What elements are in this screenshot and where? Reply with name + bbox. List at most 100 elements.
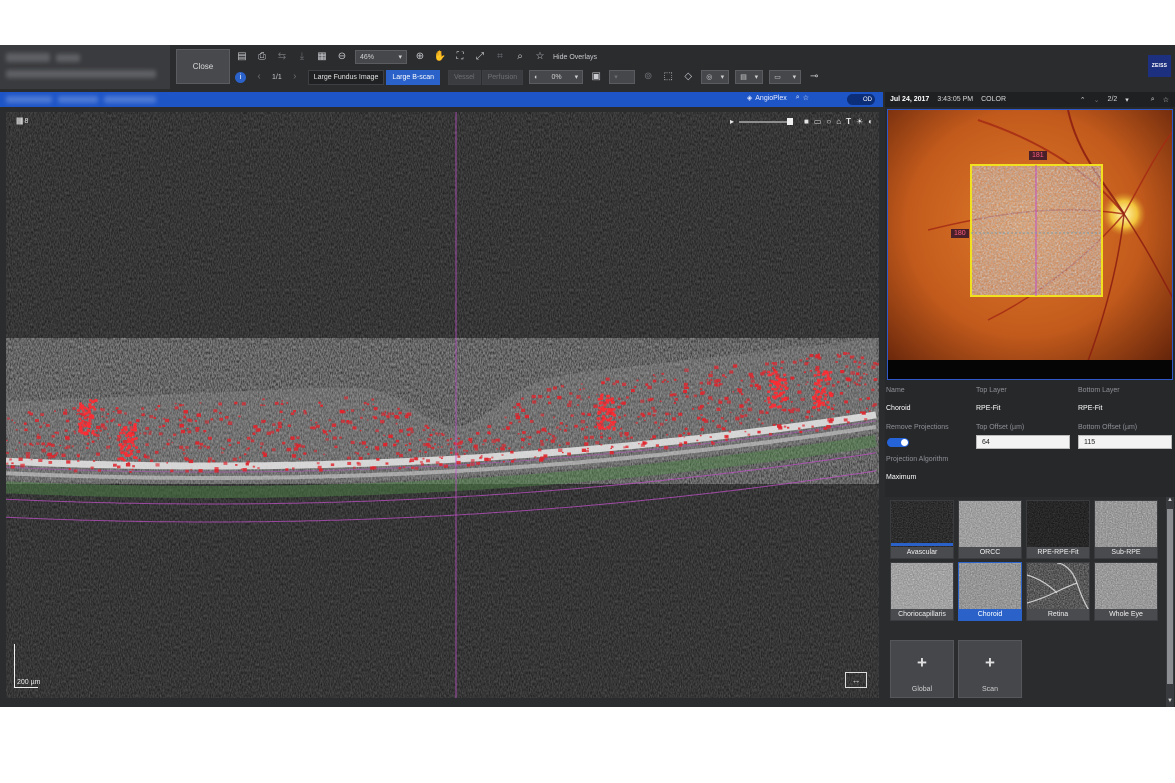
- fundus-image-view[interactable]: 181 180: [887, 109, 1173, 380]
- zoom-in-icon[interactable]: ⊕: [413, 50, 427, 64]
- scroll-down-icon[interactable]: ▼: [1166, 698, 1174, 707]
- chevron-down-icon[interactable]: ⌄: [1094, 96, 1100, 104]
- chevron-up-icon[interactable]: ⌃: [1080, 96, 1086, 104]
- layer-icon: ◎: [706, 74, 713, 81]
- eye-label: OD: [863, 96, 872, 103]
- play-icon[interactable]: ▸: [730, 117, 734, 126]
- compare-icon[interactable]: ⇆: [275, 50, 289, 64]
- projection-algorithm-value[interactable]: Maximum: [886, 474, 916, 481]
- circle-tool-icon[interactable]: ○: [826, 117, 831, 126]
- frame-counter: |||||||| 8: [16, 118, 28, 125]
- scroll-up-icon[interactable]: ▲: [1166, 497, 1174, 506]
- bscan-marker-left: 180: [951, 229, 969, 238]
- slab-thumb-sub-rpe[interactable]: Sub-RPE: [1094, 500, 1158, 559]
- add-scan-slab-button[interactable]: + Scan: [958, 640, 1022, 698]
- fundus-footer: [888, 360, 1172, 379]
- bscan-image: [6, 112, 879, 698]
- zoom-select[interactable]: 46% ▾: [355, 50, 407, 64]
- text-tool-icon[interactable]: T: [846, 117, 851, 126]
- close-button[interactable]: Close: [176, 49, 230, 84]
- export-icon[interactable]: ⤓: [295, 50, 309, 64]
- annotation-icon[interactable]: ⌕: [513, 50, 527, 64]
- crop-icon[interactable]: ⌗: [493, 50, 507, 64]
- contrast-icon[interactable]: ◐: [868, 117, 873, 126]
- patient-info: [0, 45, 170, 89]
- image-icon[interactable]: ▭: [814, 117, 822, 126]
- frame-slider[interactable]: [739, 117, 793, 125]
- hide-overlays-button[interactable]: Hide Overlays: [553, 54, 597, 61]
- slab-thumb-whole-eye[interactable]: Whole Eye: [1094, 562, 1158, 621]
- chevron-down-icon: ▾: [398, 54, 402, 61]
- top-layer-label: Top Layer: [976, 387, 1007, 394]
- info-icon[interactable]: i: [235, 71, 246, 83]
- display-select[interactable]: ▤ ▾: [735, 70, 764, 84]
- tab-large-fundus[interactable]: Large Fundus Image: [307, 69, 385, 85]
- slab-thumb-choriocapillaris[interactable]: Choriocapillaris: [890, 562, 954, 621]
- layer-select[interactable]: ◎ ▾: [701, 70, 730, 84]
- save-icon[interactable]: ▤: [235, 50, 249, 64]
- search-icon[interactable]: ⌕: [1151, 96, 1155, 104]
- barcode-icon: ||||||||: [16, 118, 23, 125]
- fundus-page[interactable]: 2/2: [1108, 96, 1118, 103]
- actual-size-icon[interactable]: ⤢: [473, 50, 487, 64]
- tab-vessel[interactable]: Vessel: [447, 69, 481, 85]
- slab-thumb-retina[interactable]: Retina: [1026, 562, 1090, 621]
- prev-page-icon[interactable]: ‹: [252, 70, 266, 84]
- overlay-select[interactable]: ▾: [609, 70, 636, 84]
- slab-label: Whole Eye: [1095, 609, 1157, 620]
- region-icon[interactable]: ⬚: [661, 70, 675, 84]
- slab-thumb-rpe-rpe-fit[interactable]: RPE-RPE-Fit: [1026, 500, 1090, 559]
- brightness-value: 0%: [551, 73, 562, 81]
- view-select[interactable]: ▭ ▾: [769, 70, 802, 84]
- bottom-offset-input[interactable]: [1078, 435, 1172, 449]
- remove-projections-toggle[interactable]: [887, 438, 909, 447]
- star-icon[interactable]: ☆: [1163, 96, 1169, 104]
- top-layer-value[interactable]: RPE-Fit: [976, 405, 1001, 412]
- pin-icon[interactable]: ⊸: [807, 70, 821, 84]
- search-icon[interactable]: ⌕: [796, 94, 800, 102]
- image-mode: COLOR: [981, 96, 1007, 103]
- pan-hand-icon[interactable]: ✋: [433, 50, 447, 64]
- layers-icon: ◈: [746, 95, 753, 102]
- report-icon[interactable]: ▦: [315, 50, 329, 64]
- stop-icon[interactable]: ■: [804, 117, 809, 126]
- slab-label: Choriocapillaris: [891, 609, 953, 620]
- star-icon[interactable]: ☆: [533, 50, 547, 64]
- angioplex-label[interactable]: ◈ AngioPlex ⌕ ☆: [747, 94, 809, 102]
- bscan-view[interactable]: |||||||| 8 ▸ ■ ▭ ○ ⌂ T ☀ ◐ 200 µm ↔: [6, 112, 879, 698]
- zoom-out-icon[interactable]: ⊖: [335, 50, 349, 64]
- slab-label: RPE-RPE-Fit: [1027, 547, 1089, 558]
- tab-large-bscan[interactable]: Large B-scan: [386, 69, 440, 85]
- brightness-select[interactable]: ◐ 0% ▾: [529, 70, 584, 84]
- plus-icon: +: [985, 653, 995, 672]
- shape-icon[interactable]: ◇: [681, 70, 695, 84]
- brightness-icon[interactable]: ☀: [856, 117, 863, 126]
- chevron-down-icon: ▾: [614, 74, 618, 81]
- name-label: Name: [886, 387, 905, 394]
- add-global-label: Global: [911, 686, 933, 693]
- star-icon[interactable]: ☆: [803, 94, 809, 102]
- fit-width-icon[interactable]: ↔: [845, 672, 867, 688]
- eye-toggle[interactable]: OD: [847, 94, 875, 105]
- add-global-slab-button[interactable]: + Global: [890, 640, 954, 698]
- slab-thumb-avascular[interactable]: Avascular: [890, 500, 954, 559]
- slab-thumb-orcc[interactable]: ORCC: [958, 500, 1022, 559]
- top-offset-input[interactable]: [976, 435, 1070, 449]
- print-icon[interactable]: ⎙: [255, 50, 269, 64]
- tag-icon[interactable]: ⌂: [836, 117, 841, 126]
- bottom-layer-value[interactable]: RPE-Fit: [1078, 405, 1103, 412]
- brightness-icon: ◐: [534, 73, 539, 81]
- scale-label: 200 µm: [17, 679, 41, 686]
- chevron-down-icon: ▾: [720, 74, 725, 81]
- slab-thumb-choroid[interactable]: Choroid: [958, 562, 1022, 621]
- next-page-icon[interactable]: ›: [288, 70, 302, 84]
- target-icon[interactable]: ⊚: [641, 70, 655, 84]
- fit-window-icon[interactable]: ⛶: [453, 50, 467, 64]
- tab-perfusion[interactable]: Perfusion: [481, 69, 524, 85]
- scrollbar-thumb[interactable]: [1167, 509, 1173, 684]
- invert-icon[interactable]: ▣: [589, 70, 603, 84]
- bscan-tools: ▸ ■ ▭ ○ ⌂ T ☀ ◐: [730, 117, 873, 126]
- gallery-scrollbar[interactable]: ▲ ▼: [1166, 497, 1174, 707]
- display-icon: ▤: [740, 74, 747, 81]
- zeiss-logo: ZEISS: [1148, 55, 1171, 77]
